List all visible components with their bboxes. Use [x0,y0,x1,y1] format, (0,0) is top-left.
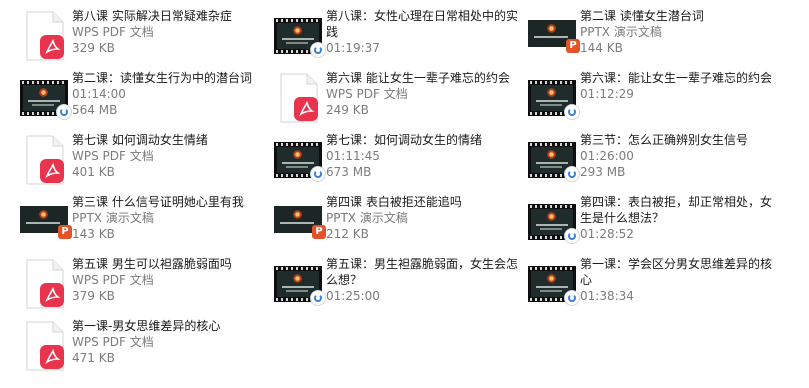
file-duration: 01:14:00 [72,87,126,101]
file-name: 第七课 如何调动女生情绪 [72,133,208,147]
pptx-thumbnail [274,206,326,239]
ppt-icon [566,39,580,53]
file-duration: 01:26:00 [580,149,634,163]
sync-icon [564,166,580,182]
file-type: WPS PDF 文档 [72,149,154,163]
file-duration: 01:19:37 [326,41,380,55]
file-item[interactable]: 第三节：怎么正确辨别女生信号 01:26:00 293 MB [528,132,778,192]
sync-icon [564,104,580,120]
file-size: 401 KB [72,165,115,179]
file-item[interactable]: 第六课 能让女生一辈子难忘的约会 WPS PDF 文档 249 KB [274,70,524,130]
file-type: PPTX 演示文稿 [580,25,662,39]
video-thumbnail [274,18,326,58]
file-name: 第八课：女性心理在日常相处中的实践 [326,9,519,39]
file-duration: 01:12:29 [580,87,634,101]
file-item[interactable]: 第三课 什么信号证明她心里有我 PPTX 演示文稿 143 KB [20,194,270,254]
file-name: 第二课：读懂女生行为中的潜台词 [72,71,253,85]
pdf-file-icon [26,321,64,371]
file-size: 249 KB [326,103,369,117]
file-name: 第二课 读懂女生潜台词 [580,9,704,23]
file-type: WPS PDF 文档 [72,25,154,39]
video-thumbnail [528,204,580,244]
file-item[interactable]: 第一课-男女思维差异的核心 WPS PDF 文档 471 KB [20,318,270,378]
file-type: PPTX 演示文稿 [326,211,408,225]
ppt-icon [312,225,326,239]
sync-icon [56,104,72,120]
pptx-thumbnail [528,20,580,53]
file-size: 379 KB [72,289,115,303]
file-duration: 01:11:45 [326,149,380,163]
file-type: WPS PDF 文档 [326,87,408,101]
sync-icon [564,290,580,306]
file-item[interactable]: 第八课 实际解决日常疑难杂症 WPS PDF 文档 329 KB [20,8,270,68]
video-thumbnail [528,142,580,182]
file-duration: 01:28:52 [580,227,634,241]
file-name: 第六课：能让女生一辈子难忘的约会 [580,71,773,85]
file-name: 第三课 什么信号证明她心里有我 [72,195,244,209]
file-name: 第一课：学会区分男女思维差异的核心 [580,257,773,287]
file-duration: 01:25:00 [326,289,380,303]
file-item[interactable]: 第二课 读懂女生潜台词 PPTX 演示文稿 144 KB [528,8,778,68]
file-name: 第四课 表白被拒还能追吗 [326,195,462,209]
file-size: 564 MB [72,103,118,117]
file-item[interactable]: 第二课：读懂女生行为中的潜台词 01:14:00 564 MB [20,70,270,130]
file-duration: 01:38:34 [580,289,634,303]
file-item[interactable]: 第四课：表白被拒，却正常相处，女生是什么想法？ 01:28:52 [528,194,778,254]
sync-icon [310,166,326,182]
file-size: 143 KB [72,227,115,241]
file-size: 144 KB [580,41,623,55]
pdf-file-icon [280,73,318,123]
file-item[interactable]: 第七课：如何调动女生的情绪 01:11:45 673 MB [274,132,524,192]
file-name: 第一课-男女思维差异的核心 [72,319,221,333]
file-size: 471 KB [72,351,115,365]
file-name: 第七课：如何调动女生的情绪 [326,133,483,147]
file-item[interactable]: 第八课：女性心理在日常相处中的实践 01:19:37 [274,8,524,68]
file-item[interactable]: 第五课：男生袒露脆弱面，女生会怎么想？ 01:25:00 [274,256,524,316]
file-name: 第六课 能让女生一辈子难忘的约会 [326,71,510,85]
video-thumbnail [274,142,326,182]
pdf-file-icon [26,135,64,185]
ppt-icon [58,225,72,239]
pptx-thumbnail [20,206,72,239]
file-name: 第三节：怎么正确辨别女生信号 [580,133,749,147]
video-thumbnail [20,80,72,120]
file-type: WPS PDF 文档 [72,273,154,287]
file-size: 673 MB [326,165,372,179]
file-name: 第八课 实际解决日常疑难杂症 [72,9,232,23]
video-thumbnail [528,80,580,120]
file-size: 329 KB [72,41,115,55]
file-name: 第五课：男生袒露脆弱面，女生会怎么想？ [326,257,519,287]
sync-icon [564,228,580,244]
file-item[interactable]: 第一课：学会区分男女思维差异的核心 01:38:34 [528,256,778,316]
file-size: 293 MB [580,165,626,179]
pdf-file-icon [26,259,64,309]
video-thumbnail [274,266,326,306]
pdf-file-icon [26,11,64,61]
file-item[interactable]: 第四课 表白被拒还能追吗 PPTX 演示文稿 212 KB [274,194,524,254]
file-name: 第四课：表白被拒，却正常相处，女生是什么想法？ [580,195,773,225]
file-name: 第五课 男生可以袒露脆弱面吗 [72,257,232,271]
file-item[interactable]: 第六课：能让女生一辈子难忘的约会 01:12:29 [528,70,778,130]
file-item[interactable]: 第五课 男生可以袒露脆弱面吗 WPS PDF 文档 379 KB [20,256,270,316]
video-thumbnail [528,266,580,306]
file-type: WPS PDF 文档 [72,335,154,349]
sync-icon [310,42,326,58]
sync-icon [310,290,326,306]
file-size: 212 KB [326,227,369,241]
file-item[interactable]: 第七课 如何调动女生情绪 WPS PDF 文档 401 KB [20,132,270,192]
file-type: PPTX 演示文稿 [72,211,154,225]
